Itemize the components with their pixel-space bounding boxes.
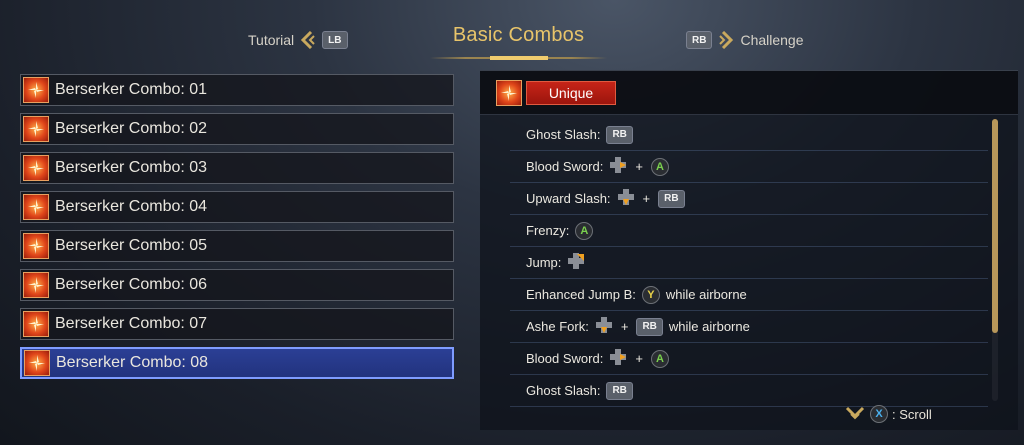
a-button-icon: A [575,221,594,240]
move-row: Ghost Slash: RB [510,375,988,407]
move-name: Ashe Fork: [526,319,589,334]
y-button-icon: Y [641,285,660,304]
dpad-right-icon [609,348,627,369]
title-underline [430,56,607,60]
plus-sign: + [642,191,651,206]
berserker-skill-icon [496,79,522,106]
rb-button-badge: RB [606,125,633,144]
rb-button-badge: RB [636,317,663,336]
challenge-label: Challenge [740,32,804,48]
scroll-label: : Scroll [892,406,932,422]
combo-list-item[interactable]: Berserker Combo: 07 [20,308,454,340]
combo-label: Berserker Combo: 08 [56,354,209,371]
rb-button-badge: RB [658,189,685,208]
detail-header: Unique [480,71,1018,115]
page-title-wrap: Basic Combos [430,24,607,60]
berserker-skill-icon [23,311,49,337]
berserker-skill-icon [24,350,50,376]
move-name: Ghost Slash: [526,383,601,398]
berserker-skill-icon [23,272,49,298]
unique-tag: Unique [526,80,616,105]
a-button-icon: A [650,157,669,176]
scroll-down-icon [845,406,865,420]
scrollbar[interactable] [992,119,998,401]
challenge-tab[interactable]: RB Challenge [686,31,804,49]
move-row: Frenzy: A [510,215,988,247]
berserker-skill-icon [23,116,49,142]
move-name: Ghost Slash: [526,127,601,142]
move-name: Blood Sword: [526,159,604,174]
tutorial-label: Tutorial [248,32,295,48]
combo-label: Berserker Combo: 07 [55,315,208,332]
move-list: Ghost Slash: RB Blood Sword: + A Upward Slash… [510,119,988,407]
move-name: Frenzy: [526,223,570,238]
move-suffix: while airborne [668,319,750,334]
dpad-down-icon [617,188,635,209]
move-row: Upward Slash: + RB [510,183,988,215]
move-row: Enhanced Jump B: Ywhile airborne [510,279,988,311]
berserker-skill-icon [23,155,49,181]
move-name: Blood Sword: [526,351,604,366]
combo-detail-panel: Unique Ghost Slash: RB Blood Sword: + A Upwar… [480,70,1018,430]
top-header: Tutorial LB Basic Combos RB Challenge [0,0,1024,70]
tutorial-tab[interactable]: Tutorial LB [248,31,348,49]
x-button-icon: X [870,405,888,423]
berserker-skill-icon [23,194,49,220]
berserker-skill-icon [23,77,49,103]
scroll-hint: X : Scroll [844,405,932,423]
berserker-skill-icon [23,233,49,259]
move-row: Ashe Fork: + RB while airborne [510,311,988,343]
move-name: Upward Slash: [526,191,611,206]
combo-list-item[interactable]: Berserker Combo: 05 [20,230,454,262]
a-button-icon: A [650,349,669,368]
dpad-right-icon [609,156,627,177]
chevron-left-icon [301,31,315,49]
move-row: Blood Sword: + A [510,151,988,183]
combo-list-item[interactable]: Berserker Combo: 03 [20,152,454,184]
move-name: Jump: [526,255,562,270]
move-row: Blood Sword: + A [510,343,988,375]
combo-list-item[interactable]: Berserker Combo: 01 [20,74,454,106]
rb-button-badge: RB [606,381,633,400]
chevron-right-icon [719,31,734,49]
combo-label: Berserker Combo: 02 [55,120,208,137]
combo-label: Berserker Combo: 03 [55,159,208,176]
combo-list-item[interactable]: Berserker Combo: 04 [20,191,454,223]
lb-button-badge: LB [322,31,348,49]
dpad-down-icon [595,316,613,337]
combo-list-item[interactable]: Berserker Combo: 08 [20,347,454,379]
combo-list: Berserker Combo: 01 Berserker Combo: 02 Be… [20,74,454,386]
combo-label: Berserker Combo: 05 [55,237,208,254]
move-name: Enhanced Jump B: [526,287,636,302]
combo-list-item[interactable]: Berserker Combo: 02 [20,113,454,145]
move-row: Ghost Slash: RB [510,119,988,151]
scrollbar-thumb[interactable] [992,119,998,333]
move-row: Jump: [510,247,988,279]
plus-sign: + [635,159,643,174]
combo-label: Berserker Combo: 06 [55,276,208,293]
move-suffix: while airborne [665,287,747,302]
plus-sign: + [635,351,643,366]
rb-button-badge: RB [686,31,713,49]
page-title: Basic Combos [452,24,585,46]
dpad-upright-icon [567,252,585,273]
combo-label: Berserker Combo: 04 [55,198,208,215]
combo-list-item[interactable]: Berserker Combo: 06 [20,269,454,301]
combo-label: Berserker Combo: 01 [55,81,208,98]
plus-sign: + [620,319,629,334]
